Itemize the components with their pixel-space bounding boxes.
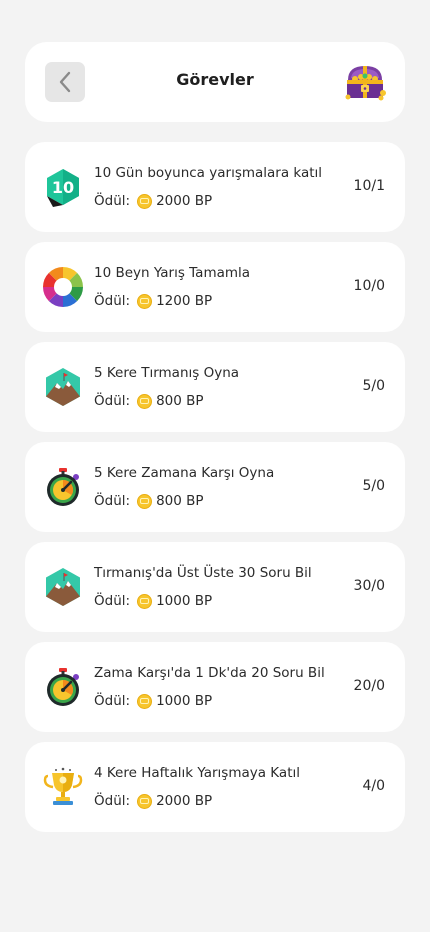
task-title: 4 Kere Haftalık Yarışmaya Katıl (94, 765, 300, 781)
reward-amount: 800 BP (156, 493, 204, 509)
task-progress: 10/0 (353, 278, 385, 294)
mountain-icon (43, 567, 83, 607)
task-title: 10 Beyn Yarış Tamamla (94, 265, 251, 281)
color-wheel-icon (43, 267, 83, 307)
task-title: Zama Karşı'da 1 Dk'da 20 Soru Bil (94, 665, 325, 681)
reward-amount: 1200 BP (156, 293, 213, 309)
task-card[interactable]: 10 10 Gün boyunca yarışmalara katıl Ödül:… (25, 142, 405, 232)
task-card[interactable]: 10 Beyn Yarış Tamamla Ödül: 1200 BP 10/0 (25, 242, 405, 332)
task-card[interactable]: 5 Kere Tırmanış Oyna Ödül: 800 BP 5/0 (25, 342, 405, 432)
task-title: Tırmanış'da Üst Üste 30 Soru Bil (94, 565, 312, 581)
treasure-chest-icon[interactable] (343, 60, 387, 104)
task-progress: 5/0 (362, 378, 385, 394)
task-progress: 10/1 (353, 178, 385, 194)
task-card[interactable]: Tırmanış'da Üst Üste 30 Soru Bil Ödül: 100… (25, 542, 405, 632)
task-title: 5 Kere Tırmanış Oyna (94, 365, 240, 381)
coin-icon (137, 593, 153, 609)
reward-amount: 800 BP (156, 393, 204, 409)
number-10-badge-icon: 10 (43, 167, 83, 207)
header-card: Görevler (25, 42, 405, 122)
mountain-icon (43, 367, 83, 407)
coin-icon (137, 193, 153, 209)
task-progress: 4/0 (362, 778, 385, 794)
coin-icon (137, 493, 153, 509)
coin-icon (137, 693, 153, 709)
trophy-icon (43, 767, 83, 807)
task-progress: 30/0 (353, 578, 385, 594)
coin-icon (137, 793, 153, 809)
reward-row: Ödül: 1200 BP (94, 293, 212, 309)
task-card[interactable]: 5 Kere Zamana Karşı Oyna Ödül: 800 BP 5/0 (25, 442, 405, 532)
reward-row: Ödül: 1000 BP (94, 593, 212, 609)
reward-label: Ödül: (94, 593, 131, 609)
stopwatch-icon (43, 467, 83, 507)
reward-amount: 2000 BP (156, 793, 213, 809)
reward-row: Ödül: 2000 BP (94, 793, 212, 809)
reward-amount: 2000 BP (156, 193, 213, 209)
task-title: 5 Kere Zamana Karşı Oyna (94, 465, 275, 481)
reward-amount: 1000 BP (156, 693, 213, 709)
stopwatch-icon (43, 667, 83, 707)
reward-label: Ödül: (94, 693, 131, 709)
reward-label: Ödül: (94, 293, 131, 309)
reward-label: Ödül: (94, 793, 131, 809)
reward-row: Ödül: 800 BP (94, 493, 204, 509)
reward-label: Ödül: (94, 393, 131, 409)
coin-icon (137, 293, 153, 309)
coin-icon (137, 393, 153, 409)
task-progress: 5/0 (362, 478, 385, 494)
task-title: 10 Gün boyunca yarışmalara katıl (94, 165, 323, 181)
reward-row: Ödül: 2000 BP (94, 193, 212, 209)
reward-label: Ödül: (94, 493, 131, 509)
svg-text:10: 10 (52, 178, 74, 197)
task-card[interactable]: 4 Kere Haftalık Yarışmaya Katıl Ödül: 2000… (25, 742, 405, 832)
reward-amount: 1000 BP (156, 593, 213, 609)
reward-row: Ödül: 800 BP (94, 393, 204, 409)
reward-row: Ödül: 1000 BP (94, 693, 212, 709)
task-card[interactable]: Zama Karşı'da 1 Dk'da 20 Soru Bil Ödül: 10… (25, 642, 405, 732)
task-progress: 20/0 (353, 678, 385, 694)
reward-label: Ödül: (94, 193, 131, 209)
